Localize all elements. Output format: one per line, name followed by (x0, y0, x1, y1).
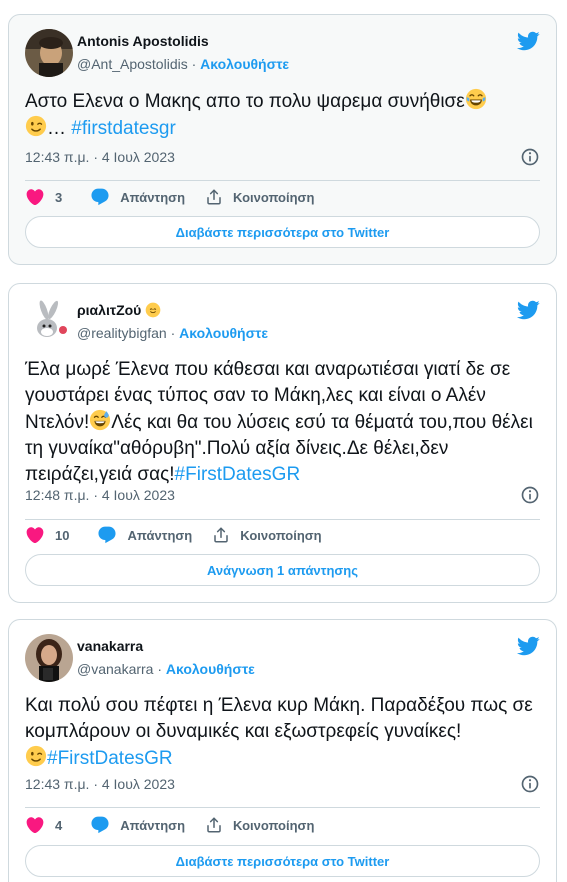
twitter-bird-icon[interactable] (516, 634, 540, 658)
reply-button[interactable]: Απάντηση (90, 815, 185, 835)
share-label: Κοινοποίηση (233, 189, 315, 205)
twitter-bird-icon[interactable] (516, 29, 540, 53)
action-bar: 3 Απάντηση Κοινοποίηση (25, 185, 542, 209)
tweet-header: Antonis Apostolidis @Ant_Apostolidis · Α… (25, 29, 542, 79)
avatar-image (25, 634, 73, 682)
share-icon (205, 816, 223, 834)
hashtag-link[interactable]: #firstdatesgr (71, 118, 176, 139)
hugging-face-emoji (146, 302, 161, 318)
author-handle[interactable]: @Ant_Apostolidis (77, 56, 188, 72)
sweat-smile-emoji (89, 409, 111, 431)
tweet-body: Και πολύ σου πέφτει η Έλενα κυρ Μάκη. Πα… (25, 695, 533, 742)
like-button[interactable]: 4 (25, 815, 62, 835)
divider (25, 519, 540, 520)
tweet-card[interactable]: Antonis Apostolidis @Ant_Apostolidis · Α… (8, 14, 557, 265)
tweet-text: Έλα μωρέ Έλενα που κάθεσαι και αναρωτιέσ… (25, 357, 542, 488)
read-more-button[interactable]: Διαβάστε περισσότερα στο Twitter (25, 845, 540, 877)
heart-icon (25, 525, 45, 545)
winking-face-emoji (25, 745, 47, 767)
tweet-card[interactable]: vanakarra @vanakarra · Ακολουθήστε Και π… (8, 619, 557, 882)
reply-bubble-icon (90, 187, 110, 207)
info-icon[interactable] (520, 774, 540, 794)
like-button[interactable]: 10 (25, 525, 69, 545)
share-label: Κοινοποίηση (233, 817, 315, 833)
action-bar: 4 Απάντηση Κοινοποίηση (25, 813, 542, 837)
read-more-button[interactable]: Διαβάστε περισσότερα στο Twitter (25, 216, 540, 248)
share-button[interactable]: Κοινοποίηση (212, 526, 322, 544)
reply-label: Απάντηση (120, 189, 186, 205)
avatar-image (25, 298, 73, 346)
hashtag-link[interactable]: #FirstDatesGR (47, 748, 173, 769)
divider (25, 807, 540, 808)
tweet-body: Αστο Ελενα ο Μακης απο το πολυ ψαρεμα συ… (25, 91, 465, 112)
read-replies-button[interactable]: Ανάγνωση 1 απάντησης (25, 554, 540, 586)
avatar[interactable] (25, 634, 73, 682)
share-icon (205, 188, 223, 206)
tweet-meta: 12:48 π.μ. · 4 Ιουλ 2023 (25, 486, 542, 504)
follow-button[interactable]: Ακολουθήστε (166, 661, 255, 677)
timestamp[interactable]: 12:43 π.μ. · 4 Ιουλ 2023 (25, 776, 175, 792)
divider (25, 180, 540, 181)
heart-icon (25, 815, 45, 835)
tweet-header: vanakarra @vanakarra · Ακολουθήστε (25, 634, 542, 684)
like-count: 4 (55, 817, 63, 833)
share-icon (212, 526, 230, 544)
tweet-text: Και πολύ σου πέφτει η Έλενα κυρ Μάκη. Πα… (25, 693, 542, 772)
winking-face-emoji (25, 115, 47, 137)
share-button[interactable]: Κοινοποίηση (205, 816, 314, 834)
reply-bubble-icon (97, 525, 117, 545)
like-count: 3 (55, 189, 63, 205)
like-count: 10 (55, 527, 70, 543)
tweet-header: ριαλιτΖού @realitybigfan · Ακολουθήστε (25, 298, 542, 348)
author-handle[interactable]: @realitybigfan (77, 325, 167, 341)
reply-button[interactable]: Απάντηση (90, 187, 185, 207)
timestamp[interactable]: 12:48 π.μ. · 4 Ιουλ 2023 (25, 487, 175, 503)
like-button[interactable]: 3 (25, 187, 62, 207)
heart-icon (25, 187, 45, 207)
avatar-image (25, 29, 73, 77)
follow-button[interactable]: Ακολουθήστε (200, 56, 289, 72)
avatar[interactable] (25, 29, 73, 77)
author-name[interactable]: Antonis Apostolidis (77, 32, 209, 50)
tweet-text: Αστο Ελενα ο Μακης απο το πολυ ψαρεμα συ… (25, 88, 542, 142)
tweet-meta: 12:43 π.μ. · 4 Ιουλ 2023 (25, 775, 542, 793)
tweet-meta: 12:43 π.μ. · 4 Ιουλ 2023 (25, 148, 542, 166)
follow-button[interactable]: Ακολουθήστε (179, 325, 268, 341)
reply-label: Απάντηση (120, 817, 186, 833)
timestamp[interactable]: 12:43 π.μ. · 4 Ιουλ 2023 (25, 149, 175, 165)
info-icon[interactable] (520, 485, 540, 505)
avatar[interactable] (25, 298, 73, 346)
laughing-tears-emoji (465, 88, 487, 110)
tweet-card[interactable]: ριαλιτΖού @realitybigfan · Ακολουθήστε Έ… (8, 283, 557, 603)
ellipsis: … (47, 118, 66, 139)
author-handle[interactable]: @vanakarra (77, 661, 153, 677)
info-icon[interactable] (520, 147, 540, 167)
reply-button[interactable]: Απάντηση (97, 525, 192, 545)
share-label: Κοινοποίηση (240, 527, 322, 543)
author-name[interactable]: ριαλιτΖού (77, 301, 141, 319)
hashtag-link[interactable]: #FirstDatesGR (175, 464, 301, 485)
reply-bubble-icon (90, 815, 110, 835)
action-bar: 10 Απάντηση Κοινοποίηση (25, 523, 542, 547)
share-button[interactable]: Κοινοποίηση (205, 188, 314, 206)
twitter-bird-icon[interactable] (516, 298, 540, 322)
author-name[interactable]: vanakarra (77, 637, 143, 655)
reply-label: Απάντηση (127, 527, 193, 543)
